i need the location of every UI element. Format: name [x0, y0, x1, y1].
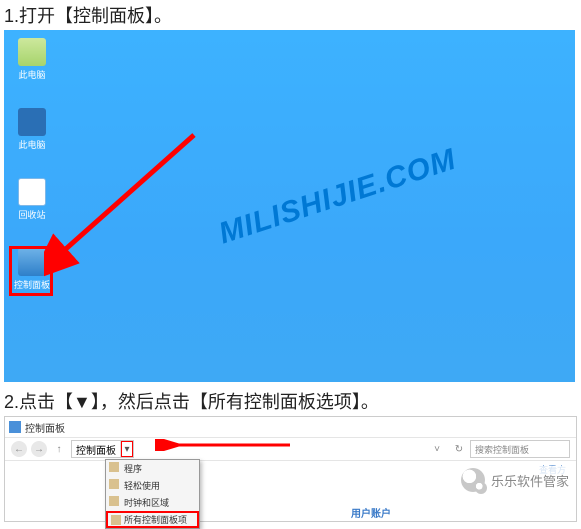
control-panel-small-icon [9, 421, 21, 433]
window-title: 控制面板 [25, 420, 65, 435]
nav-up-button[interactable]: ↑ [51, 441, 67, 457]
step1-text: 1.打开【控制面板】。 [0, 0, 581, 30]
this-pc-icon [18, 108, 46, 136]
address-dropdown-button[interactable]: ▾ [121, 441, 133, 457]
watermark-text: MILISHIJIE.COM [215, 143, 461, 252]
nav-forward-button[interactable]: → [31, 441, 47, 457]
brand-text: 乐乐软件管家 [491, 471, 569, 490]
recycle-bin-icon [18, 178, 46, 206]
address-segment[interactable]: 控制面板 [72, 441, 121, 457]
search-placeholder: 搜索控制面板 [475, 443, 529, 456]
refresh-button[interactable]: ↻ [452, 442, 466, 456]
user-folder-icon [18, 38, 46, 66]
dropdown-item-allitems[interactable]: 所有控制面板项 [106, 511, 199, 528]
search-input[interactable]: 搜索控制面板 [470, 440, 570, 458]
step2-text: 2.点击【▼】，然后点击【所有控制面板选项】。 [0, 386, 581, 416]
dropdown-item-ease[interactable]: 轻松使用 [106, 477, 199, 494]
dropdown-item-programs[interactable]: 程序 [106, 460, 199, 477]
brand-overlay: 乐乐软件管家 [457, 466, 573, 494]
icon-label: 此电脑 [12, 68, 52, 81]
content-label-useraccounts[interactable]: 用户账户 [351, 505, 391, 520]
brand-logo-icon [461, 468, 485, 492]
address-bar[interactable]: 控制面板 ▾ [71, 440, 134, 458]
red-arrow-icon [155, 439, 295, 451]
nav-back-button[interactable]: ← [11, 441, 27, 457]
window-titlebar: 控制面板 [5, 417, 576, 437]
address-chevron-button[interactable]: ˅ [429, 441, 445, 457]
red-arrow-icon [44, 130, 204, 290]
address-bar-row: ← → ↑ 控制面板 ▾ ˅ ↻ 搜索控制面板 [5, 437, 576, 461]
desktop-screenshot: 此电脑 此电脑 回收站 控制面板 MILISHIJIE.COM [4, 30, 575, 382]
dropdown-item-clock[interactable]: 时钟和区域 [106, 494, 199, 511]
address-dropdown-menu: 程序 轻松使用 时钟和区域 所有控制面板项 [105, 459, 200, 529]
desktop-icon-user[interactable]: 此电脑 [12, 38, 52, 81]
